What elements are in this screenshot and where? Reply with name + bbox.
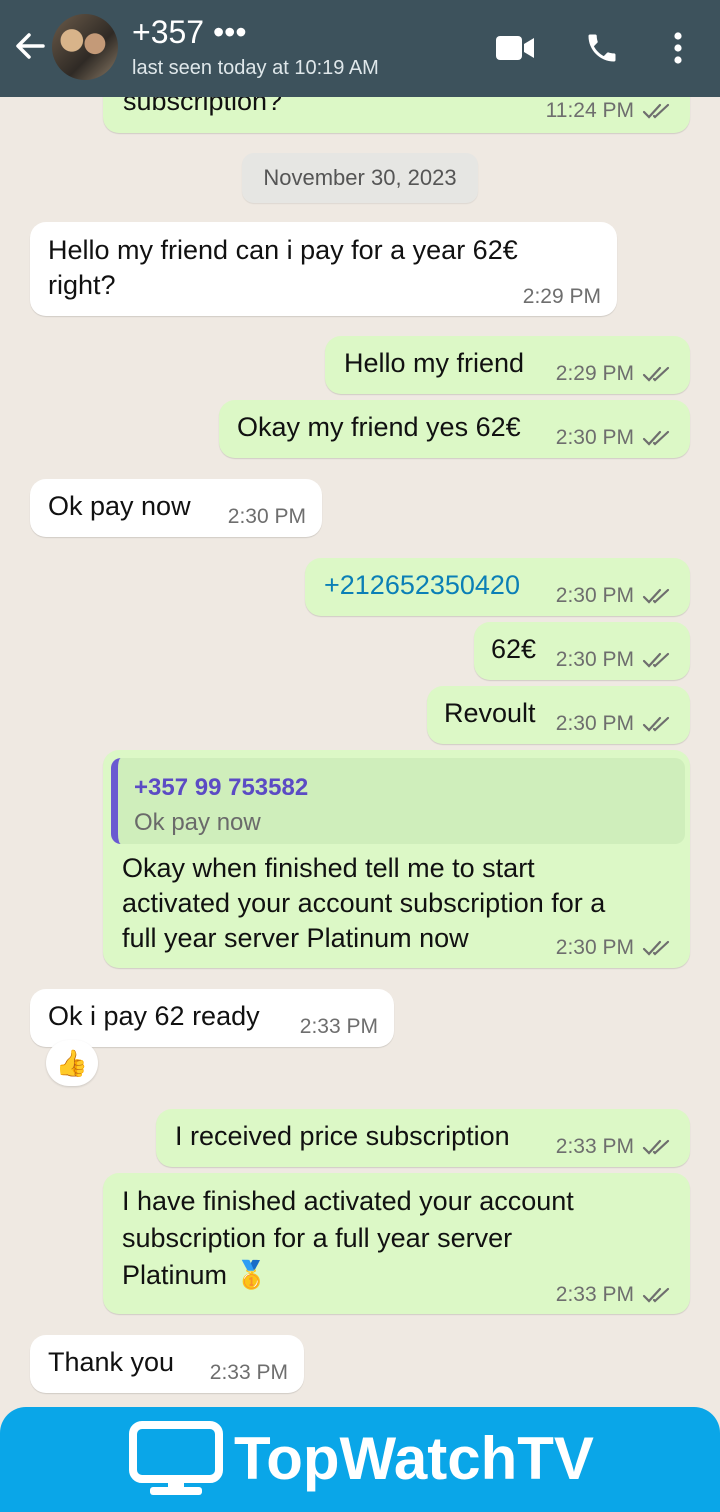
message-meta: 2:33 PM [556, 1283, 672, 1307]
message-bubble-outgoing-reply[interactable]: +357 99 753582 Ok pay now Okay when fini… [103, 750, 690, 968]
message-meta: 2:33 PM [556, 1135, 672, 1159]
message-bubble-incoming[interactable]: Ok i pay 62 ready 2:33 PM [30, 989, 394, 1047]
double-tick-icon [642, 588, 670, 604]
double-tick-icon [642, 366, 670, 382]
chat-header: +357 ••• last seen today at 10:19 AM [0, 0, 720, 97]
message-meta: 2:33 PM [210, 1361, 288, 1385]
message-text: I have finished activated your account s… [122, 1186, 574, 1290]
message-text: Ok pay now [48, 491, 191, 521]
message-bubble-outgoing[interactable]: Hello my friend 2:29 PM [325, 336, 690, 394]
message-text: Ok i pay 62 ready [48, 1001, 260, 1031]
back-arrow-icon[interactable] [12, 28, 48, 64]
phone-number-link[interactable]: +212652350420 [324, 568, 520, 603]
message-meta: 2:33 PM [300, 1015, 378, 1039]
message-meta: 2:30 PM [556, 712, 672, 736]
quote-author: +357 99 753582 [134, 774, 309, 801]
message-bubble-outgoing[interactable]: subscription? 11:24 PM [103, 97, 690, 133]
message-text: Hello my friend can i pay for a year 62€… [48, 235, 518, 300]
double-tick-icon [642, 1287, 670, 1303]
tv-logo-icon [129, 1421, 223, 1495]
message-text: Hello my friend [344, 348, 525, 378]
message-bubble-incoming[interactable]: Thank you 2:33 PM [30, 1335, 304, 1393]
message-meta: 2:30 PM [556, 648, 672, 672]
message-meta: 11:24 PM [546, 99, 672, 123]
quote-text: Ok pay now [134, 809, 261, 836]
message-time: 2:33 PM [555, 1135, 634, 1158]
video-call-icon[interactable] [494, 26, 536, 70]
chat-area[interactable]: subscription? 11:24 PM November 30, 2023… [0, 97, 720, 1407]
message-time: 2:30 PM [555, 426, 634, 449]
message-time: 2:33 PM [209, 1361, 288, 1384]
message-text: Thank you [48, 1347, 175, 1377]
message-time: 2:29 PM [522, 285, 601, 308]
quoted-message[interactable]: +357 99 753582 Ok pay now [111, 758, 685, 844]
message-meta: 2:29 PM [523, 285, 601, 309]
double-tick-icon [642, 940, 670, 956]
message-text: I received price subscription [175, 1121, 510, 1151]
message-time: 2:30 PM [555, 648, 634, 671]
message-time: 2:29 PM [555, 362, 634, 385]
message-time: 2:30 PM [555, 936, 634, 959]
thumbs-up-reaction-icon[interactable]: 👍 [46, 1040, 98, 1086]
message-time: 2:33 PM [299, 1015, 378, 1038]
double-tick-icon [642, 430, 670, 446]
message-bubble-outgoing[interactable]: I have finished activated your account s… [103, 1173, 690, 1314]
message-meta: 2:30 PM [556, 936, 672, 960]
message-text: Okay when finished tell me to start acti… [122, 853, 606, 953]
date-separator: November 30, 2023 [242, 153, 478, 203]
message-time: 11:24 PM [545, 99, 634, 122]
message-text: 62€ [491, 634, 537, 664]
message-text: Revoult [444, 698, 536, 728]
message-meta: 2:30 PM [556, 584, 672, 608]
double-tick-icon [642, 1139, 670, 1155]
more-options-icon[interactable] [664, 26, 692, 70]
double-tick-icon [642, 716, 670, 732]
message-time: 2:30 PM [555, 712, 634, 735]
avatar[interactable] [52, 14, 118, 80]
message-bubble-incoming[interactable]: Ok pay now 2:30 PM [30, 479, 322, 537]
message-text: subscription? [123, 97, 283, 116]
double-tick-icon [642, 652, 670, 668]
phone-icon[interactable] [582, 26, 622, 70]
message-time: 2:33 PM [555, 1283, 634, 1306]
message-text: Okay my friend yes 62€ [237, 412, 521, 442]
message-meta: 2:29 PM [556, 362, 672, 386]
message-bubble-outgoing[interactable]: Revoult 2:30 PM [427, 686, 690, 744]
message-bubble-incoming[interactable]: Hello my friend can i pay for a year 62€… [30, 222, 617, 316]
message-bubble-outgoing[interactable]: Okay my friend yes 62€ 2:30 PM [219, 400, 690, 458]
message-time: 2:30 PM [555, 584, 634, 607]
contact-name[interactable]: +357 ••• [132, 14, 247, 50]
message-bubble-outgoing[interactable]: 62€ 2:30 PM [474, 622, 690, 680]
message-meta: 2:30 PM [556, 426, 672, 450]
message-meta: 2:30 PM [228, 505, 306, 529]
brand-name: TopWatchTV [234, 1425, 594, 1492]
brand-banner: TopWatchTV [0, 1407, 720, 1512]
message-bubble-outgoing[interactable]: +212652350420 2:30 PM [305, 558, 690, 616]
double-tick-icon [642, 103, 670, 119]
message-time: 2:30 PM [227, 505, 306, 528]
message-bubble-outgoing[interactable]: I received price subscription 2:33 PM [156, 1109, 690, 1167]
last-seen-status: last seen today at 10:19 AM [132, 57, 379, 79]
